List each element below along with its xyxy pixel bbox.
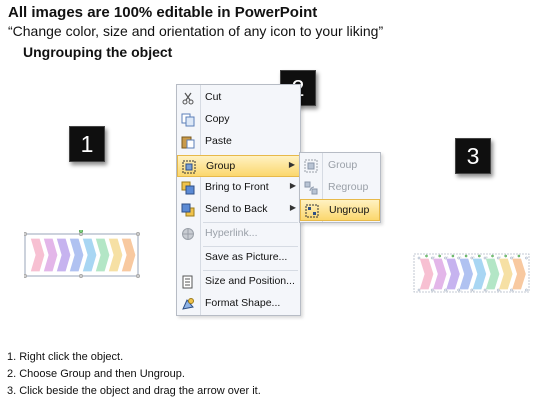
selection-handle[interactable] [510, 256, 513, 260]
rotation-handle[interactable] [78, 230, 84, 234]
selection-handle[interactable] [525, 288, 528, 292]
menu-item-group[interactable]: Group ▶ [177, 155, 300, 177]
selection-handle[interactable] [444, 288, 447, 292]
paste-icon [181, 135, 195, 149]
menu-item-label: Paste [205, 135, 232, 147]
rotation-handle[interactable] [438, 254, 442, 258]
copy-icon [181, 113, 195, 127]
group-icon [304, 159, 318, 173]
group-icon [182, 160, 196, 174]
menu-item-save-as-picture[interactable]: Save as Picture... [177, 247, 300, 269]
bring-front-icon [181, 181, 195, 195]
menu-item-bring-to-front[interactable]: Bring to Front ▶ [177, 177, 300, 199]
menu-item-label: Save as Picture... [205, 251, 288, 263]
submenu-arrow-icon: ▶ [289, 181, 296, 190]
menu-item-label: Size and Position... [205, 275, 295, 287]
selection-handle[interactable] [417, 288, 421, 292]
send-back-icon [181, 203, 195, 217]
selection-handle[interactable] [430, 288, 434, 292]
menu-item-paste[interactable]: Paste [177, 131, 300, 153]
group-submenu: Group Regroup Ungroup [299, 152, 381, 223]
grouped-object[interactable] [24, 230, 140, 278]
step-badge-3: 3 [455, 138, 491, 174]
page-subtitle: “Change color, size and orientation of a… [8, 23, 384, 39]
selection-handle[interactable] [470, 288, 474, 292]
rotation-handle[interactable] [504, 254, 507, 258]
selection-handle[interactable] [496, 288, 500, 292]
menu-item-format-shape[interactable]: Format Shape... [177, 293, 300, 315]
context-menu: Cut Copy Paste Group ▶ Bring to Front ▶ … [176, 84, 301, 316]
rotation-handle[interactable] [464, 254, 468, 258]
menu-item-send-to-back[interactable]: Send to Back ▶ [177, 199, 300, 221]
rotation-handle[interactable] [478, 254, 481, 258]
selection-handle[interactable] [135, 273, 140, 278]
instruction-step-1: 1. Right click the object. [7, 351, 124, 363]
page-title: All images are 100% editable in PowerPoi… [8, 4, 318, 21]
submenu-item-ungroup[interactable]: Ungroup [300, 199, 380, 221]
ungrouped-object[interactable] [413, 250, 531, 296]
selection-handle[interactable] [417, 256, 421, 260]
hyperlink-icon [181, 227, 195, 241]
ungroup-icon [305, 204, 319, 218]
menu-item-label: Cut [205, 91, 222, 103]
chevron-group [417, 254, 528, 292]
menu-item-label: Ungroup [329, 204, 370, 216]
step-badge-1: 1 [69, 126, 105, 162]
selection-handle[interactable] [24, 273, 28, 278]
menu-item-label: Group [206, 160, 236, 172]
submenu-item-regroup[interactable]: Regroup [300, 177, 380, 199]
size-icon [181, 275, 195, 289]
submenu-item-group[interactable]: Group [300, 155, 380, 177]
selection-handle[interactable] [135, 231, 140, 237]
selection-handle[interactable] [78, 273, 84, 278]
regroup-icon [304, 181, 318, 195]
rotation-handle[interactable] [491, 254, 494, 258]
menu-item-hyperlink[interactable]: Hyperlink... [177, 223, 300, 245]
selection-handle[interactable] [525, 256, 528, 260]
format-shape-icon [181, 297, 195, 311]
menu-item-cut[interactable]: Cut [177, 87, 300, 109]
selection-handle[interactable] [496, 256, 500, 260]
chevron-shape [29, 237, 46, 273]
selection-handle[interactable] [510, 288, 513, 292]
instruction-step-2: 2. Choose Group and then Ungroup. [7, 368, 185, 380]
menu-item-label: Copy [205, 113, 230, 125]
scissors-icon [181, 91, 195, 105]
rotation-handle[interactable] [425, 254, 428, 258]
menu-item-label: Format Shape... [205, 297, 281, 309]
menu-item-copy[interactable]: Copy [177, 109, 300, 131]
selection-handle[interactable] [483, 288, 487, 292]
selection-handle[interactable] [457, 288, 460, 292]
menu-item-label: Send to Back [205, 203, 268, 215]
rotation-handle[interactable] [451, 254, 455, 258]
section-title: Ungrouping the object [23, 44, 173, 60]
selection-handle[interactable] [24, 231, 28, 237]
submenu-arrow-icon: ▶ [289, 203, 296, 212]
instruction-step-3: 3. Click beside the object and drag the … [7, 385, 261, 397]
selection-handle[interactable] [483, 256, 487, 260]
selection-handle[interactable] [444, 256, 447, 260]
menu-item-label: Group [328, 159, 358, 171]
chevron-group [29, 237, 137, 273]
selection-handle[interactable] [430, 256, 434, 260]
selection-handle[interactable] [470, 256, 474, 260]
menu-item-label: Hyperlink... [205, 227, 258, 239]
submenu-arrow-icon: ▶ [288, 160, 295, 169]
menu-item-label: Bring to Front [205, 181, 269, 193]
rotation-handle[interactable] [517, 254, 521, 258]
selection-handle[interactable] [457, 256, 460, 260]
menu-item-size-and-position[interactable]: Size and Position... [177, 271, 300, 293]
chevron-shape[interactable] [418, 257, 435, 291]
menu-item-label: Regroup [328, 181, 369, 193]
